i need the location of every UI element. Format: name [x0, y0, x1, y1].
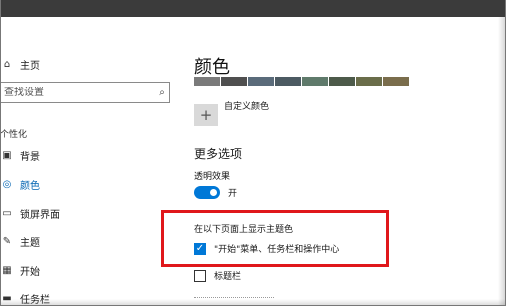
color-swatch[interactable]: [329, 77, 355, 86]
transparency-label: 透明效果: [194, 172, 231, 182]
sidebar-item-label: 颜色: [20, 180, 40, 192]
start-icon: ▦: [2, 264, 12, 276]
page-title: 颜色: [194, 57, 230, 78]
custom-color-button[interactable]: + 自定义颜色: [194, 102, 269, 126]
color-swatch[interactable]: [248, 77, 274, 86]
color-swatch-row: [194, 77, 409, 86]
window-bottom-shadow: [0, 299, 506, 306]
title-bar: 置: [0, 17, 506, 54]
sidebar-home-link[interactable]: ⌂ 主页: [0, 53, 175, 75]
main-content: 颜色 + 自定义颜色 更多选项 透明效果 开 在以下页面上显示主题色 ✓ "开始…: [194, 41, 494, 306]
sidebar-item-label: 锁屏界面: [20, 209, 60, 221]
toggle-state-label: 开: [228, 189, 238, 199]
window-edge-shadow: [498, 17, 506, 306]
image-icon: ▣: [2, 149, 12, 161]
brush-icon: ✎: [2, 235, 12, 247]
color-swatch[interactable]: [302, 77, 328, 86]
start-taskbar-checkbox-row[interactable]: ✓ "开始"菜单、任务栏和操作中心: [194, 242, 339, 255]
section-label-personalization: 个性化: [0, 130, 28, 140]
color-swatch[interactable]: [383, 77, 409, 86]
checkbox-checked[interactable]: ✓: [194, 242, 206, 255]
checkbox-unchecked[interactable]: [194, 269, 206, 282]
sidebar-item-start[interactable]: ▦ 开始: [0, 259, 175, 281]
transparency-toggle[interactable]: [194, 186, 220, 199]
sidebar: ⌂ 主页 ⌕ 个性化 ▣ 背景 ◎ 颜色 ▭ 锁屏界面 ✎ 主题 ▦ 开始 ▬ …: [0, 41, 180, 306]
search-box[interactable]: ⌕: [0, 82, 170, 103]
palette-icon: ◎: [2, 178, 12, 190]
sidebar-item-colors[interactable]: ◎ 颜色: [0, 173, 175, 195]
sidebar-item-label: 主题: [20, 237, 40, 249]
checkbox-label: "开始"菜单、任务栏和操作中心: [214, 245, 340, 255]
search-input[interactable]: [1, 87, 155, 98]
sidebar-item-label: 背景: [20, 151, 40, 163]
sidebar-item-label: 开始: [20, 266, 40, 278]
os-top-bar: [0, 0, 506, 17]
color-swatch[interactable]: [194, 77, 220, 86]
home-label: 主页: [20, 60, 40, 72]
sidebar-item-lock-screen[interactable]: ▭ 锁屏界面: [0, 202, 175, 224]
color-swatch[interactable]: [221, 77, 247, 86]
sidebar-item-themes[interactable]: ✎ 主题: [0, 230, 175, 252]
sidebar-item-background[interactable]: ▣ 背景: [0, 144, 175, 166]
color-swatch[interactable]: [356, 77, 382, 86]
title-bar-checkbox-row[interactable]: 标题栏: [194, 269, 241, 282]
more-options-heading: 更多选项: [194, 147, 243, 161]
transparency-toggle-row: 开: [194, 186, 237, 199]
monitor-icon: ▭: [2, 207, 12, 219]
home-icon: ⌂: [3, 58, 11, 70]
color-swatch[interactable]: [275, 77, 301, 86]
custom-color-label: 自定义颜色: [224, 101, 270, 112]
checkbox-label: 标题栏: [214, 272, 242, 282]
search-icon[interactable]: ⌕: [155, 87, 169, 98]
accent-surfaces-heading: 在以下页面上显示主题色: [194, 225, 294, 235]
plus-icon: +: [194, 104, 218, 126]
